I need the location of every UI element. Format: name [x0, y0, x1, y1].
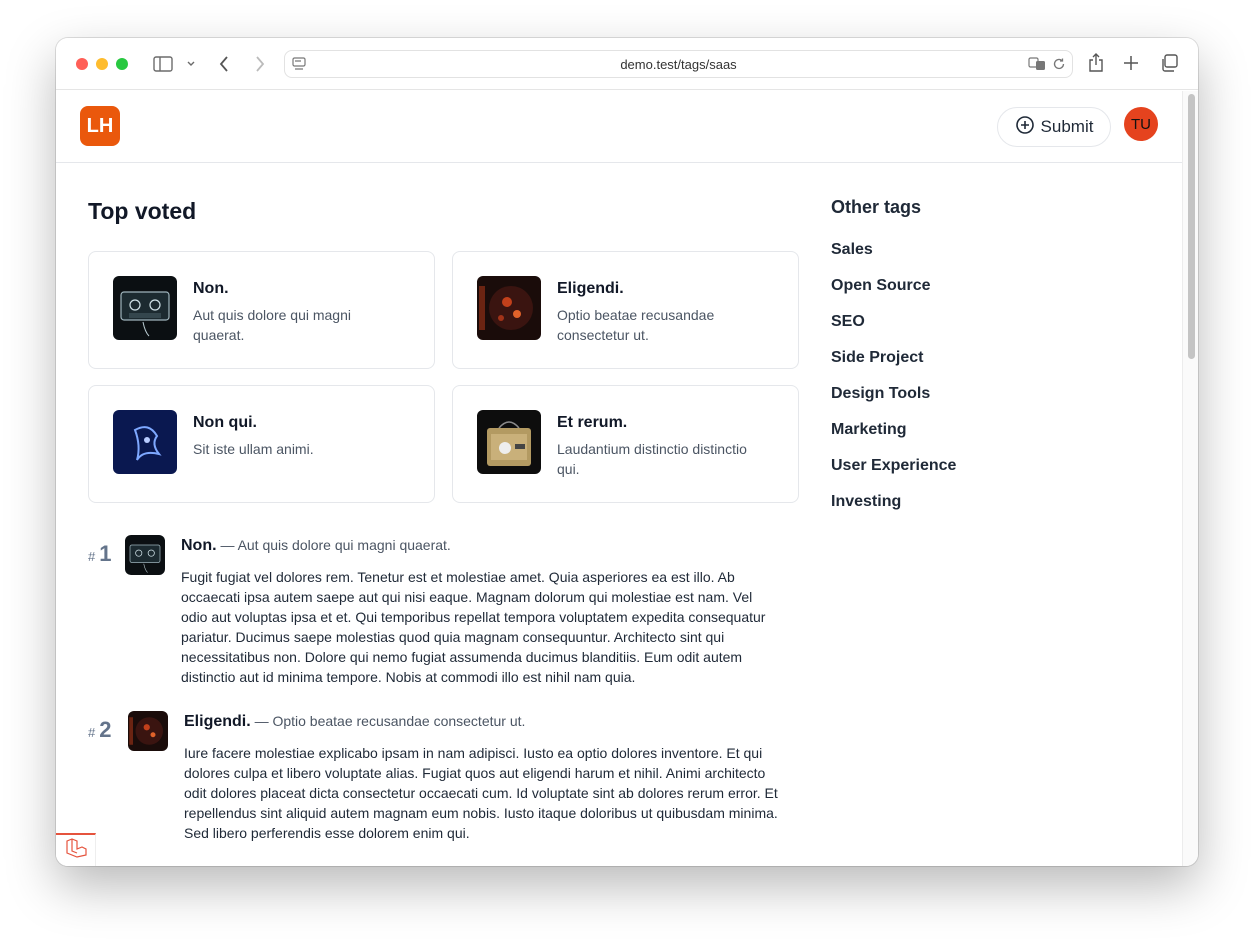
ranked-item-tagline: Aut quis dolore qui magni quaerat.: [237, 537, 451, 553]
plus-circle-icon: [1015, 115, 1035, 140]
ranked-item-body: Fugit fugiat vel dolores rem. Tenetur es…: [181, 569, 766, 685]
share-icon[interactable]: [1087, 52, 1105, 74]
site-logo[interactable]: LH: [80, 106, 120, 146]
ranked-item-title[interactable]: Eligendi.: [184, 713, 251, 730]
tab-overview-icon[interactable]: [1159, 54, 1179, 72]
card-title[interactable]: Eligendi.: [557, 280, 624, 298]
tag-link[interactable]: Design Tools: [831, 385, 930, 403]
site-header: LH Submit TU: [56, 91, 1182, 163]
tag-link[interactable]: Side Project: [831, 349, 923, 367]
submit-label: Submit: [1040, 117, 1094, 136]
tag-link[interactable]: Open Source: [831, 277, 931, 295]
product-thumbnail[interactable]: [125, 535, 165, 575]
page-content: LH Submit TU Top voted Non. Aut quis dol…: [56, 91, 1182, 866]
chevron-down-icon[interactable]: [184, 56, 198, 72]
address-bar[interactable]: demo.test/tags/saas: [284, 50, 1073, 78]
ranked-item-title[interactable]: Non.: [181, 537, 217, 554]
product-thumbnail[interactable]: [128, 711, 168, 751]
card-description: Aut quis dolore qui magni quaerat.: [193, 307, 351, 343]
rank-number: #1: [88, 541, 112, 566]
user-avatar[interactable]: TU: [1124, 107, 1158, 141]
product-thumbnail: [113, 410, 177, 474]
ranked-item-heading: Eligendi. — Optio beatae recusandae cons…: [184, 713, 526, 730]
ranked-item-tagline: Optio beatae recusandae consectetur ut.: [272, 713, 526, 729]
scrollbar-thumb[interactable]: [1188, 94, 1195, 359]
card-title[interactable]: Non.: [193, 280, 229, 298]
minimize-window-button[interactable]: [96, 58, 108, 70]
translate-icon[interactable]: [1028, 56, 1046, 72]
submit-button[interactable]: Submit: [997, 107, 1111, 147]
sidebar-toggle-icon[interactable]: [152, 54, 174, 74]
top-voted-heading: Top voted: [88, 198, 197, 224]
card-description: Optio beatae recusandae consectetur ut.: [557, 307, 715, 343]
forward-icon[interactable]: [252, 53, 268, 75]
tag-link[interactable]: SEO: [831, 313, 865, 331]
tag-link[interactable]: Marketing: [831, 421, 907, 439]
zoom-window-button[interactable]: [116, 58, 128, 70]
ranked-item-body: Iure facere molestiae explicabo ipsam in…: [184, 745, 778, 841]
product-thumbnail: [113, 276, 177, 340]
card-description: Sit iste ullam animi.: [193, 441, 314, 457]
product-card[interactable]: Et rerum. Laudantium distinctio distinct…: [452, 385, 799, 503]
vertical-scrollbar[interactable]: [1182, 91, 1198, 866]
tag-link[interactable]: Sales: [831, 241, 873, 259]
card-description: Laudantium distinctio distinctio qui.: [557, 441, 747, 477]
ranked-item-heading: Non. — Aut quis dolore qui magni quaerat…: [181, 537, 451, 554]
product-card[interactable]: Eligendi. Optio beatae recusandae consec…: [452, 251, 799, 369]
product-card[interactable]: Non. Aut quis dolore qui magni quaerat.: [88, 251, 435, 369]
laravel-logo-icon: [65, 838, 87, 863]
other-tags-heading: Other tags: [831, 197, 922, 217]
back-icon[interactable]: [216, 53, 232, 75]
reload-icon[interactable]: [1051, 56, 1067, 72]
product-card[interactable]: Non qui. Sit iste ullam animi.: [88, 385, 435, 503]
laravel-debugbar-toggle[interactable]: [56, 833, 96, 866]
rank-number: #2: [88, 717, 112, 742]
tag-link[interactable]: Investing: [831, 493, 901, 511]
browser-toolbar: demo.test/tags/saas: [56, 38, 1198, 90]
tag-link[interactable]: User Experience: [831, 457, 956, 475]
card-title[interactable]: Et rerum.: [557, 414, 627, 432]
card-title[interactable]: Non qui.: [193, 414, 257, 432]
product-thumbnail: [477, 410, 541, 474]
url-text[interactable]: demo.test/tags/saas: [285, 57, 1072, 72]
new-tab-icon[interactable]: [1122, 54, 1140, 72]
product-thumbnail: [477, 276, 541, 340]
browser-window: demo.test/tags/saas LH Submit TU Top vot…: [56, 38, 1198, 866]
close-window-button[interactable]: [76, 58, 88, 70]
